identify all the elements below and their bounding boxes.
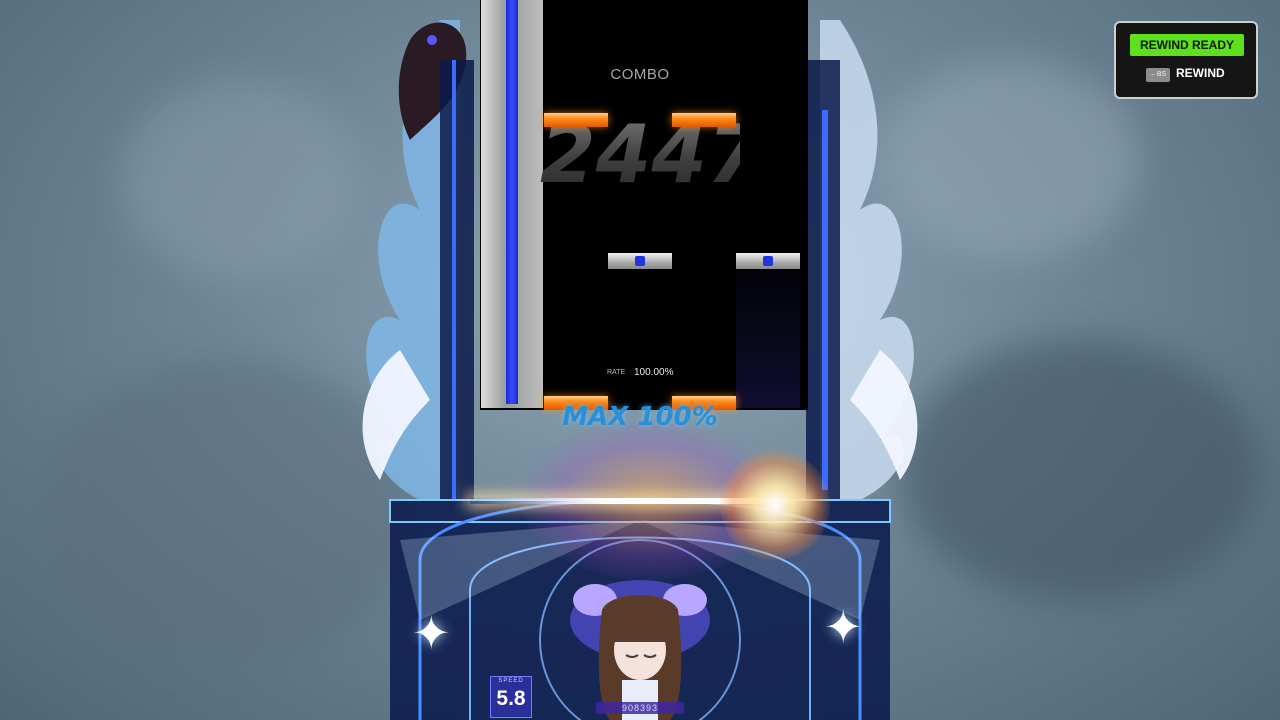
judgement-text: MAX 100% — [562, 402, 718, 432]
note-orange — [672, 113, 736, 127]
lane-gauge-fill — [506, 0, 518, 404]
character-illustration — [570, 580, 710, 720]
note-silver — [736, 253, 800, 269]
note-center-icon — [763, 256, 773, 266]
speed-value: 5.8 — [496, 687, 526, 710]
note-silver — [608, 253, 672, 269]
score-display: 908393 — [596, 702, 684, 714]
combo-label: COMBO — [610, 66, 670, 83]
rate-value: 100.00% — [634, 367, 674, 378]
sparkle-icon: ✦ — [824, 601, 863, 653]
speed-label: SPEED — [498, 678, 524, 684]
rate-label: RATE — [607, 369, 626, 376]
note-center-icon — [635, 256, 645, 266]
sparkle-icon: ✦ — [412, 607, 451, 659]
speed-indicator: SPEED 5.8 — [490, 676, 532, 718]
lane-highlight — [736, 268, 800, 408]
note-orange — [544, 113, 608, 127]
rewind-panel: REWIND READY ←BS REWIND — [1114, 21, 1258, 99]
rewind-ready-badge: REWIND READY — [1130, 34, 1244, 56]
rewind-button[interactable]: REWIND — [1176, 66, 1225, 80]
backspace-key-icon: ←BS — [1146, 68, 1170, 82]
